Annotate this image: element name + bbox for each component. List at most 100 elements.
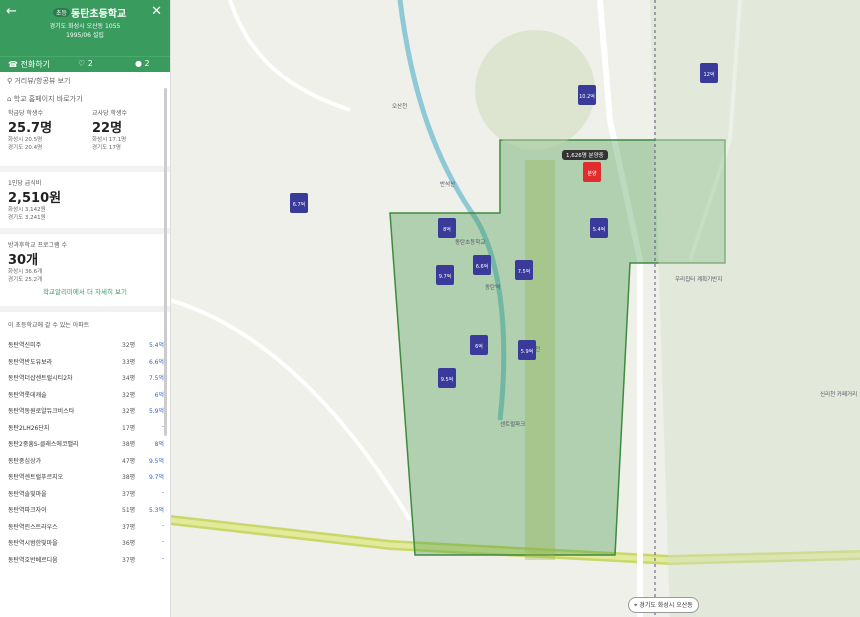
apartment-name: 동탄역신미주 (8, 342, 42, 349)
map-view[interactable]: 동탄초등학교 오산천 센트럴파크 반석산 동탄역 치동천 우리집터 계획기반지 … (170, 0, 860, 617)
sale-marker[interactable]: 분양 (583, 162, 601, 182)
apt-marker[interactable]: 8억 (438, 218, 456, 238)
apartment-row[interactable]: 동탄역반도유보라 33평 6.6억 (0, 352, 170, 369)
apartment-row[interactable]: 동탄역호반베르디움 37평 - (0, 550, 170, 567)
apartment-name: 동탄역동원로얄듀크비스타 (8, 408, 75, 415)
call-button[interactable]: ☎ 전화하기 (8, 59, 50, 70)
apt-marker[interactable]: 6억 (470, 335, 488, 355)
apt-marker[interactable]: 12억 (700, 63, 718, 83)
apt-marker[interactable]: 5.9억 (518, 340, 536, 360)
meal-label: 1인당 급식비 (8, 180, 42, 187)
apartment-row[interactable]: 동탄역더샵센트럴시티2차 34평 7.5억 (0, 368, 170, 385)
apt-marker-price: 9.5억 (440, 377, 454, 383)
apt-marker-price: 6.7억 (292, 202, 306, 208)
apartment-size: 38평 (122, 474, 136, 481)
apartment-size: 32평 (122, 391, 136, 399)
homepage-link[interactable]: ⌂ 학교 홈페이지 바로가기 (0, 90, 170, 108)
apartment-name: 동탄역호반베르디움 (8, 556, 58, 564)
apartment-size: 38평 (122, 441, 136, 448)
apt-marker[interactable]: 7.5억 (515, 260, 533, 280)
apartment-row[interactable]: 동탄2중흥S-클래스에코밸리 38평 8억 (0, 434, 170, 451)
apt-marker[interactable]: 5.4억 (590, 218, 608, 238)
apt-marker[interactable]: 6.6억 (473, 255, 491, 275)
apartment-price: 5.9억 (148, 408, 164, 415)
apartment-size: 47평 (122, 457, 136, 465)
location-button[interactable]: ⌖ 경기도 화성시 오산동 (628, 597, 699, 613)
back-arrow-icon[interactable]: ← (6, 4, 17, 19)
class-size-value: 25.7명 (8, 121, 53, 136)
apt-marker[interactable]: 6.7억 (290, 193, 308, 213)
meal-value: 2,510원 (8, 191, 62, 206)
apartment-name: 동탄역린스트라우스 (8, 523, 58, 531)
class-size-province: 경기도 20.4명 (8, 145, 43, 151)
meal-province: 경기도 3,241원 (8, 215, 46, 221)
map-label-school: 동탄초등학교 (455, 240, 486, 246)
apt-marker-price: 8억 (443, 227, 451, 233)
apt-marker-price: 5.9억 (520, 349, 534, 355)
apartment-price: 8억 (154, 441, 164, 448)
teacher-ratio-value: 22명 (92, 121, 123, 136)
teacher-ratio-city: 화성시 17.1명 (92, 137, 127, 143)
homepage-label: 학교 홈페이지 바로가기 (13, 95, 83, 103)
apartment-size: 34평 (122, 375, 136, 382)
map-label-station: 동탄역 (485, 285, 501, 291)
apt-marker-price: 9.7억 (438, 274, 452, 280)
apt-marker-price: 6.6억 (475, 264, 489, 270)
sale-count-callout[interactable]: 1,626명 분양중 (562, 150, 608, 160)
map-label-cafe: 신리천 카페거리 (820, 392, 858, 398)
action-bar: ☎ 전화하기 ♡ 2 ● 2 (0, 56, 170, 72)
apartment-row[interactable]: 동탄역신미주 32평 5.4억 (0, 335, 170, 352)
apartment-list-title: 이 초등학교에 갈 수 있는 아파트 (8, 322, 90, 329)
after-school-stat: 방과후학교 프로그램 수 30개 화성시 36.6개 경기도 25.2개 (0, 240, 170, 284)
class-size-city: 화성시 20.5명 (8, 137, 43, 143)
apartment-row[interactable]: 동탄역시범한빛마을 36평 - (0, 533, 170, 550)
after-school-label: 방과후학교 프로그램 수 (8, 242, 68, 249)
apartment-name: 동탄역시범한빛마을 (8, 540, 58, 547)
apartment-price: 9.5억 (148, 457, 164, 465)
apartment-row[interactable]: 동탄역센트럴푸르지오 38평 9.7억 (0, 467, 170, 484)
apt-marker-price: 12억 (703, 72, 715, 78)
apartment-name: 동탄중심상가 (8, 457, 42, 465)
meal-cost-stat: 1인당 급식비 2,510원 화성시 3,142원 경기도 3,241원 (0, 178, 170, 222)
comment-button[interactable]: ● 2 (135, 59, 150, 68)
apartment-row[interactable]: 동탄2LH26단지 17평 - (0, 418, 170, 435)
apartment-price: 5.3억 (148, 507, 164, 514)
street-view-link[interactable]: ⚲ 거리뷰/항공뷰 보기 (0, 72, 170, 90)
school-type-badge: 초등 (53, 8, 71, 17)
panel-scrollbar[interactable] (164, 88, 167, 436)
like-button[interactable]: ♡ 2 (78, 59, 93, 68)
apartment-price: - (161, 538, 164, 545)
apt-marker[interactable]: 10.2억 (578, 85, 596, 105)
ratio-stats: 학급당 학생수 25.7명 화성시 20.5명 경기도 20.4명 교사당 학생… (0, 108, 170, 160)
apartment-price: 5.4억 (148, 342, 164, 349)
street-view-label: 거리뷰/항공뷰 보기 (14, 77, 71, 85)
map-label-plan: 우리집터 계획기반지 (675, 277, 723, 283)
apartment-price: - (161, 554, 164, 562)
apartment-name: 동탄역롯데캐슬 (8, 391, 47, 399)
class-size-label: 학급당 학생수 (8, 110, 44, 117)
apartment-row[interactable]: 동탄역파크자이 51평 5.3억 (0, 500, 170, 517)
apartment-row[interactable]: 동탄중심상가 47평 9.5억 (0, 451, 170, 468)
divider (0, 306, 170, 312)
close-icon[interactable]: ✕ (151, 4, 162, 19)
panel-header: ← 초등 동탄초등학교 ✕ 경기도 화성시 오산동 1055 1995/06 설… (0, 0, 170, 56)
apartment-row[interactable]: 동탄역솔빛마을 37평 - (0, 484, 170, 501)
apartment-row[interactable]: 동탄역린스트라우스 37평 - (0, 517, 170, 534)
park-area (475, 30, 595, 150)
apartment-name: 동탄역반도유보라 (8, 358, 53, 366)
apt-marker-price: 6억 (475, 344, 483, 350)
apartment-size: 37평 (122, 490, 136, 498)
after-school-city: 화성시 36.6개 (8, 269, 43, 275)
school-name: 동탄초등학교 (71, 9, 127, 20)
apt-marker[interactable]: 9.7억 (436, 265, 454, 285)
apartment-size: 37평 (122, 556, 136, 564)
apartment-row[interactable]: 동탄역동원로얄듀크비스타 32평 5.9억 (0, 401, 170, 418)
apartment-price: - (161, 488, 164, 496)
apartment-name: 동탄역더샵센트럴시티2차 (8, 375, 73, 382)
apt-marker[interactable]: 9.5억 (438, 368, 456, 388)
apartment-name: 동탄역솔빛마을 (8, 490, 47, 498)
apartment-row[interactable]: 동탄역롯데캐슬 32평 6억 (0, 385, 170, 402)
meal-city: 화성시 3,142원 (8, 207, 46, 213)
teacher-ratio-province: 경기도 17명 (92, 145, 121, 151)
school-info-more-link[interactable]: 학교알리미에서 더 자세히 보기 (0, 284, 170, 300)
